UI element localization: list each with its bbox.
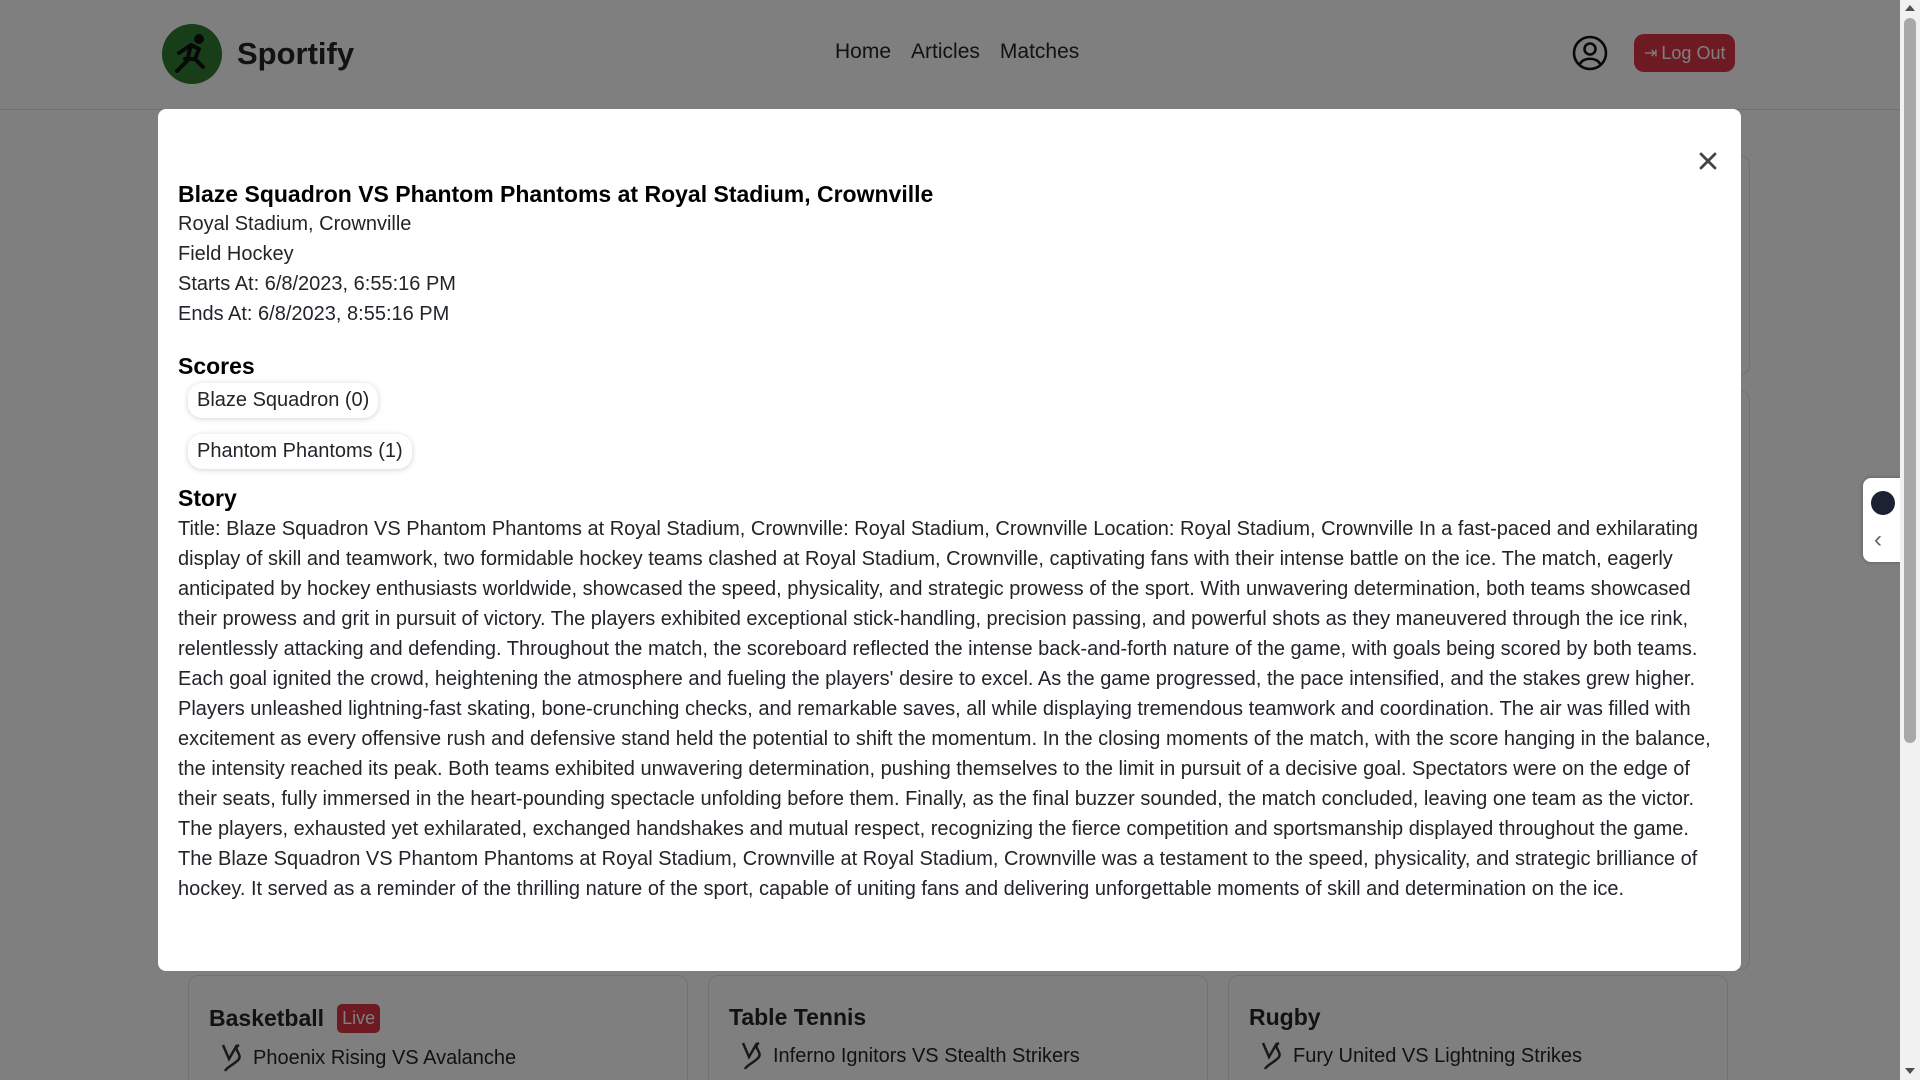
match-start-time: Starts At: 6/8/2023, 6:55:16 PM xyxy=(178,273,456,295)
chevron-left-icon[interactable]: ‹ xyxy=(1874,526,1882,554)
story-text: Title: Blaze Squadron VS Phantom Phantom… xyxy=(178,518,1711,900)
scrollbar-thumb[interactable] xyxy=(1904,18,1916,743)
match-sport: Field Hockey xyxy=(178,243,294,265)
scroll-up-arrow-icon[interactable] xyxy=(1905,5,1915,11)
match-details-modal: Blaze Squadron VS Phantom Phantoms at Ro… xyxy=(158,109,1741,971)
match-title: Blaze Squadron VS Phantom Phantoms at Ro… xyxy=(178,181,934,207)
scroll-down-arrow-icon[interactable] xyxy=(1905,1068,1915,1074)
score-chip: Phantom Phantoms (1) xyxy=(188,434,412,469)
close-button[interactable] xyxy=(1690,143,1726,179)
match-end-time: Ends At: 6/8/2023, 8:55:16 PM xyxy=(178,303,450,325)
close-icon xyxy=(1699,152,1717,170)
side-widget[interactable]: ‹ xyxy=(1863,478,1900,562)
story-heading: Story xyxy=(178,485,237,511)
score-list: Blaze Squadron (0) Phantom Phantoms (1) xyxy=(178,383,1721,469)
score-chip: Blaze Squadron (0) xyxy=(188,383,379,418)
scores-heading: Scores xyxy=(178,353,255,379)
match-venue: Royal Stadium, Crownville xyxy=(178,213,412,235)
assistant-icon[interactable] xyxy=(1871,491,1895,515)
page-scrollbar[interactable] xyxy=(1900,0,1920,1080)
